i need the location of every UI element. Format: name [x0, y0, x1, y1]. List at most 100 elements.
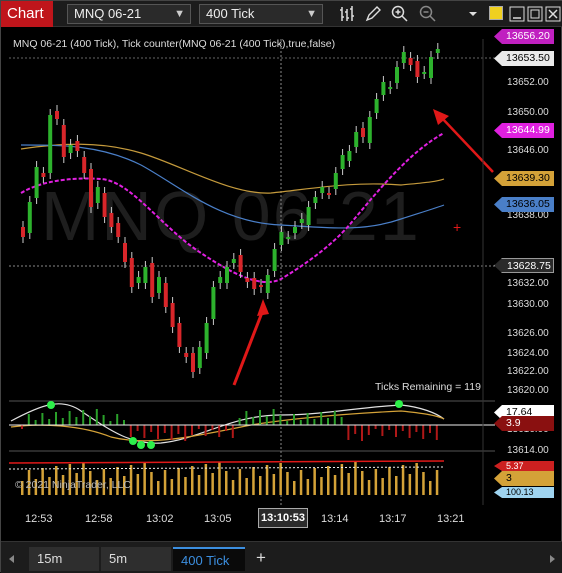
- volume-bar: [361, 471, 364, 495]
- candle-body: [306, 207, 311, 225]
- volume-value-tag: 3: [494, 471, 554, 486]
- price-chart[interactable]: +: [1, 27, 495, 505]
- tab-5m[interactable]: 5m: [101, 547, 171, 571]
- ticks-remaining-text: Ticks Remaining = 119: [375, 381, 481, 393]
- oscillator-bar: [136, 425, 139, 431]
- volume-bar: [245, 478, 248, 495]
- volume-bar: [435, 470, 439, 495]
- volume-bar: [422, 472, 425, 495]
- zoom-out-icon[interactable]: [418, 4, 438, 24]
- interval-selector[interactable]: 400 Tick ▼: [199, 4, 323, 24]
- zoom-in-icon[interactable]: [390, 4, 410, 24]
- oscillator-bar: [95, 409, 98, 425]
- oscillator-bar: [89, 416, 91, 425]
- candle-body: [27, 202, 32, 233]
- volume-bar: [218, 462, 221, 495]
- oscillator-bar: [129, 425, 132, 437]
- candle-body: [272, 249, 277, 271]
- oscillator-bar: [286, 421, 289, 425]
- oscillator-bar: [109, 421, 112, 425]
- candle-body: [367, 117, 372, 143]
- pencil-icon[interactable]: [363, 4, 383, 24]
- candle-body: [340, 155, 345, 169]
- volume-bar: [177, 468, 180, 495]
- last-price-tag: 13653.50: [494, 51, 554, 66]
- candle-body: [197, 347, 202, 368]
- oscillator-bar: [415, 425, 418, 432]
- close-icon[interactable]: [543, 4, 562, 24]
- time-axis-label: 12:53: [25, 513, 53, 525]
- scroll-right-icon[interactable]: [547, 554, 557, 564]
- candle-body: [123, 243, 127, 262]
- candle-body: [259, 285, 263, 287]
- time-cursor-label: 13:10:53: [258, 508, 308, 528]
- price-axis-label: 13620.00: [507, 384, 549, 396]
- candle-body: [170, 303, 175, 327]
- price-axis-label: 13630.00: [507, 299, 549, 310]
- time-axis-label: 12:58: [85, 513, 113, 525]
- volume-bar: [340, 464, 344, 495]
- chevron-down-icon: ▼: [306, 8, 317, 20]
- candle-body: [408, 58, 413, 65]
- oscillator-bar: [82, 410, 85, 425]
- oscillator-bar: [116, 414, 119, 425]
- bar-type-icon[interactable]: [337, 4, 357, 24]
- candle-body: [252, 278, 257, 289]
- candle-body: [116, 223, 121, 237]
- chart-menu-icon[interactable]: [463, 4, 483, 24]
- signal-dot: [395, 400, 403, 408]
- chart-title-tab[interactable]: Chart: [1, 1, 53, 27]
- oscillator-bar: [361, 425, 363, 441]
- candle-body: [327, 193, 331, 195]
- instrument-value: MNQ 06-21: [74, 6, 142, 21]
- tab-400-tick[interactable]: 400 Tick: [173, 547, 245, 571]
- price-axis-label: 13652.00: [507, 76, 549, 88]
- volume-bar: [293, 481, 296, 495]
- maximize-icon[interactable]: [525, 4, 545, 24]
- volume-bar: [265, 465, 269, 495]
- candle-body: [157, 277, 161, 293]
- blue-ma-tag: 13636.05: [494, 197, 554, 212]
- oscillator-bar: [320, 412, 323, 425]
- candle-body: [333, 173, 338, 189]
- oscillator-bar: [184, 425, 187, 441]
- oscillator-bar: [381, 425, 384, 436]
- time-axis-label: 13:17: [379, 513, 407, 525]
- oscillator-bar: [170, 425, 173, 440]
- candle-body: [435, 49, 440, 53]
- candle-body: [21, 227, 25, 237]
- oscillator-bar: [327, 418, 329, 425]
- scroll-left-icon[interactable]: [7, 554, 17, 564]
- price-axis-label: 13646.00: [507, 145, 549, 157]
- copyright-text: © 2021 NinjaTrader, LLC: [15, 479, 131, 491]
- cursor-cross-icon: +: [453, 219, 461, 235]
- volume-bar: [347, 473, 350, 495]
- volume-bar: [415, 463, 418, 495]
- chart-window: Chart MNQ 06-21 ▼ 400 Tick ▼ MNQ 06-21 +…: [0, 0, 562, 573]
- volume-bar: [286, 472, 289, 495]
- oscillator-bar: [265, 416, 268, 425]
- candle-body: [299, 219, 304, 223]
- candle-body: [265, 275, 270, 293]
- candle-body: [204, 323, 209, 353]
- volume-bar: [259, 476, 262, 495]
- price-axis-label: 13624.00: [507, 348, 549, 360]
- minimize-icon[interactable]: [507, 4, 527, 24]
- add-tab-button[interactable]: +: [251, 547, 271, 571]
- oscillator-bar: [34, 420, 37, 425]
- signal-dot: [47, 401, 55, 409]
- volume-bar: [395, 476, 398, 495]
- link-color-icon[interactable]: [489, 6, 503, 20]
- oscillator-bar: [150, 425, 153, 432]
- instrument-selector[interactable]: MNQ 06-21 ▼: [67, 4, 191, 24]
- oscillator-bar: [177, 425, 180, 434]
- volume-bar: [163, 470, 167, 495]
- candle-body: [374, 99, 379, 113]
- tab-15m[interactable]: 15m: [29, 547, 99, 571]
- volume-bar: [401, 465, 405, 495]
- candle-body: [381, 82, 386, 95]
- oscillator-bar: [347, 425, 350, 440]
- chevron-down-icon: ▼: [174, 8, 185, 20]
- candle-body: [245, 278, 250, 282]
- candle-body: [231, 259, 236, 263]
